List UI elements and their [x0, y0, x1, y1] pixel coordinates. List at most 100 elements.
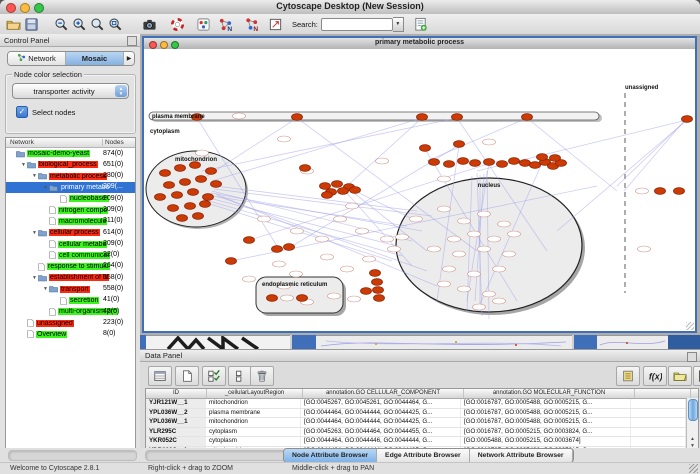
- table-cell: cytoplasm: [206, 428, 301, 437]
- zoom-in-icon[interactable]: [70, 16, 88, 33]
- node-count: 280(0): [103, 172, 123, 179]
- file-icon: [49, 251, 56, 259]
- search-input[interactable]: [321, 18, 393, 31]
- annotation-icon[interactable]: [266, 16, 284, 33]
- tree-row[interactable]: ▼primary metabo209(...: [6, 182, 135, 193]
- svg-text:cytoplasm: cytoplasm: [150, 129, 180, 135]
- new-attribute-button[interactable]: [175, 366, 199, 386]
- folder-icon: [38, 172, 47, 180]
- file-icon: [60, 297, 67, 305]
- function-builder-button[interactable]: f(x): [643, 366, 667, 386]
- column-header[interactable]: ID: [146, 389, 207, 398]
- expander-icon[interactable]: ▼: [42, 286, 49, 292]
- scrollbar-thumb[interactable]: [688, 399, 698, 421]
- tree-label: macromolecule: [58, 218, 107, 225]
- tree-row[interactable]: multi-organism pro42(0): [6, 306, 135, 317]
- status-zoom-hint: Right-click + drag to ZOOM: [148, 465, 233, 472]
- attribute-matrix-button[interactable]: [693, 366, 700, 386]
- tree-row[interactable]: ▼transport558(0): [6, 284, 135, 295]
- app-resize-grip[interactable]: [689, 464, 698, 473]
- table-cell: cytoplasm: [206, 437, 301, 446]
- network-view-window[interactable]: primary metabolic process plasma membran…: [142, 36, 697, 333]
- table-hscroll-track[interactable]: [145, 450, 290, 461]
- tab-network[interactable]: Network: [8, 52, 66, 65]
- tab-mosaic[interactable]: Mosaic: [66, 52, 124, 65]
- node-count: 42(0): [103, 308, 119, 315]
- save-icon[interactable]: [22, 16, 40, 33]
- snapshot-icon[interactable]: [140, 16, 158, 33]
- tree-row[interactable]: Overview8(0): [6, 329, 135, 340]
- tree-label: Overview: [36, 331, 67, 338]
- expander-icon[interactable]: ▼: [31, 230, 38, 236]
- tab-edge-attribute-browser[interactable]: Edge Attribute Browser: [377, 449, 470, 462]
- plugin-manager-button[interactable]: [412, 16, 430, 33]
- tree-row[interactable]: ▼metabolic process280(0): [6, 171, 135, 182]
- help-icon[interactable]: [168, 16, 186, 33]
- expander-icon[interactable]: ▼: [42, 185, 49, 191]
- zoom-fit-icon[interactable]: [106, 16, 124, 33]
- unselect-attributes-button[interactable]: [228, 366, 252, 386]
- open-icon[interactable]: [4, 16, 22, 33]
- window-titlebar[interactable]: Cytoscape Desktop (New Session): [0, 0, 700, 15]
- attribute-table-header[interactable]: ID_cellularLayoutRegionannotation.GO CEL…: [146, 389, 698, 399]
- table-row[interactable]: YJR121W__1mitochondrion[GO:0045267, GO:0…: [146, 399, 698, 409]
- table-cell: [GO:0045263, GO:0044464, GO:0044455, G..…: [301, 428, 461, 437]
- tree-row[interactable]: cellular metabo209(0): [6, 238, 135, 249]
- tree-row[interactable]: ▼biological_process651(0): [6, 159, 135, 170]
- column-header[interactable]: annotation.GO CELLULAR_COMPONENT: [303, 389, 464, 398]
- tree-row[interactable]: mosaic-demo-yeast874(0): [6, 148, 135, 159]
- zoom-out-icon[interactable]: [52, 16, 70, 33]
- window-resize-grip[interactable]: [686, 322, 694, 330]
- column-header[interactable]: annotation.GO MOLECULAR_FUNCTION: [464, 389, 635, 398]
- expander-icon[interactable]: ▼: [31, 275, 38, 281]
- float-panel-icon[interactable]: [687, 352, 697, 362]
- tab-network-attribute-browser[interactable]: Network Attribute Browser: [470, 449, 573, 462]
- column-header[interactable]: _cellularLayoutRegion: [207, 389, 303, 398]
- svg-text:unassigned: unassigned: [625, 85, 659, 91]
- tab-node-attribute-browser[interactable]: Node Attribute Browser: [284, 449, 377, 462]
- table-scrollbar[interactable]: ▲▼: [686, 398, 698, 450]
- tree-row[interactable]: ▼establishment of lo558(0): [6, 272, 135, 283]
- control-panel-tabs: Network Mosaic ▶: [7, 51, 135, 66]
- data-panel: Data Panel f(x) ID_cellularLayoutRegiona…: [140, 349, 700, 449]
- table-row[interactable]: YKR052Ccytoplasm[GO:0044464, GO:0044446,…: [146, 437, 698, 447]
- attribute-table[interactable]: ID_cellularLayoutRegionannotation.GO CEL…: [145, 388, 699, 451]
- tree-row[interactable]: response to stimulu264(0): [6, 261, 135, 272]
- tree-row[interactable]: cell communicat22(0): [6, 250, 135, 261]
- table-cell: [GO:0044464, GO:0044444, GO:0044425, G..…: [301, 409, 461, 418]
- file-icon: [60, 195, 67, 203]
- tree-row[interactable]: nucleobase-209(0): [6, 193, 135, 204]
- expander-icon[interactable]: ▼: [20, 162, 27, 168]
- import-attributes-button[interactable]: [668, 366, 692, 386]
- network-from-selection-icon[interactable]: N: [242, 16, 260, 33]
- expander-icon[interactable]: ▼: [31, 173, 38, 179]
- table-cell: [GO:0005488, GO:0005215, GO:0003674]: [461, 437, 631, 446]
- tree-row[interactable]: ▼cellular process614(0): [6, 227, 135, 238]
- node-color-selection-group: Node color selection transporter activit…: [5, 74, 136, 134]
- table-row[interactable]: YLR295Ccytoplasm[GO:0045263, GO:0044464,…: [146, 428, 698, 438]
- tab-scroll-right-icon[interactable]: ▶: [124, 52, 134, 65]
- new-network-icon[interactable]: N: [216, 16, 234, 33]
- node-color-dropdown[interactable]: transporter activity ▲▼: [12, 83, 129, 99]
- node-count: 558(0): [103, 285, 123, 292]
- zoom-selected-icon[interactable]: [88, 16, 106, 33]
- vizmapper-icon[interactable]: [194, 16, 212, 33]
- network-canvas[interactable]: plasma membranecytoplasmmitochondrionnuc…: [144, 49, 695, 331]
- notes-button[interactable]: [616, 366, 640, 386]
- tree-row[interactable]: secretion41(0): [6, 295, 135, 306]
- tree-row[interactable]: macromolecule311(0): [6, 216, 135, 227]
- select-nodes-row: ✓ Select nodes: [16, 106, 75, 118]
- float-panel-icon[interactable]: [127, 36, 137, 46]
- tree-label: secretion: [69, 297, 99, 304]
- select-attributes-button[interactable]: [202, 366, 226, 386]
- tree-row[interactable]: nitrogen compo209(0): [6, 204, 135, 215]
- status-bar: Welcome to Cytoscape 2.8.1 Right-click +…: [0, 462, 700, 474]
- window-title: Cytoscape Desktop (New Session): [0, 1, 700, 11]
- tree-row[interactable]: unassigned223(0): [6, 317, 135, 328]
- search-dropdown-icon[interactable]: ▼: [393, 17, 404, 32]
- delete-attribute-button[interactable]: [250, 366, 274, 386]
- table-row[interactable]: YPL036W__2plasma membrane[GO:0044464, GO…: [146, 409, 698, 419]
- attribute-table-button[interactable]: [148, 366, 172, 386]
- table-row[interactable]: YPL036W__1mitochondrion[GO:0044464, GO:0…: [146, 418, 698, 428]
- select-nodes-checkbox[interactable]: ✓: [16, 106, 28, 118]
